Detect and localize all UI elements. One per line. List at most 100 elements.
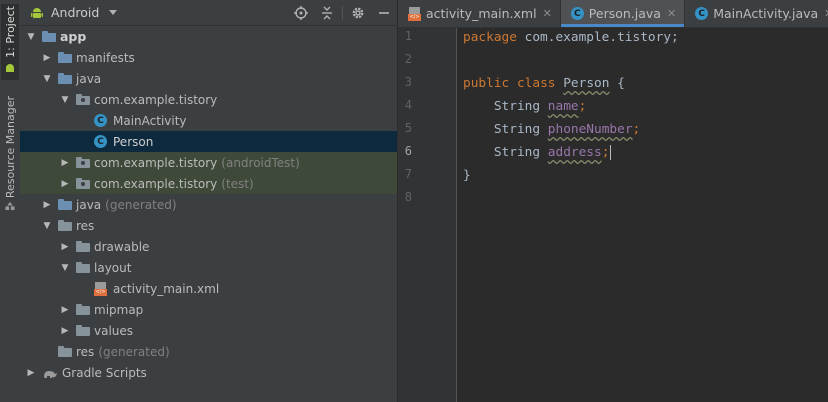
tab-label: MainActivity.java <box>713 6 819 21</box>
line-number: 1 <box>404 29 412 43</box>
tree-item-suffix: (test) <box>221 176 254 191</box>
tree-item-app[interactable]: ▼ app <box>20 26 397 47</box>
close-icon[interactable]: ✕ <box>824 7 828 20</box>
settings-button[interactable] <box>345 0 371 25</box>
chevron-down-icon[interactable]: ▼ <box>24 32 38 42</box>
tree-item-java-generated[interactable]: ▶ java (generated) <box>20 194 397 215</box>
tab-person-java[interactable]: C Person.java ✕ <box>560 0 686 27</box>
tab-mainactivity-java[interactable]: C MainActivity.java ✕ <box>685 0 828 27</box>
tree-item-manifests[interactable]: ▶ manifests <box>20 47 397 68</box>
gradle-icon <box>44 370 57 378</box>
chevron-right-icon[interactable]: ▶ <box>24 368 38 378</box>
toolbar-divider <box>342 5 343 20</box>
line-number: 2 <box>404 52 412 66</box>
tree-item-label: Gradle Scripts <box>62 365 147 380</box>
resource-manager-tab-label: Resource Manager <box>3 96 17 199</box>
chevron-right-icon[interactable]: ▶ <box>58 179 72 189</box>
keyword: public <box>463 76 510 91</box>
semicolon: ; <box>578 99 587 114</box>
tree-item-package-test[interactable]: ▶ com.example.tistory (test) <box>20 173 397 194</box>
tab-activity-main-xml[interactable]: </> activity_main.xml ✕ <box>398 0 561 27</box>
tree-item-label: activity_main.xml <box>113 281 220 296</box>
chevron-down-icon[interactable]: ▼ <box>58 263 72 273</box>
tree-item-layout[interactable]: ▼ layout <box>20 257 397 278</box>
tree-item-label: java <box>76 197 102 212</box>
folder-icon <box>76 304 90 315</box>
field-name: phoneNumber <box>547 122 633 137</box>
tree-item-label: app <box>60 29 87 44</box>
code-line: String name; <box>463 97 587 117</box>
code-line: public class Person { <box>463 74 625 94</box>
tree-item-label: com.example.tistory <box>94 92 218 107</box>
res-folder-icon <box>58 220 72 231</box>
project-panel-header: Android <box>20 0 397 26</box>
keyword: package <box>463 30 517 45</box>
folder-icon <box>76 241 90 252</box>
tree-item-drawable[interactable]: ▶ drawable <box>20 236 397 257</box>
line-number: 7 <box>404 167 412 181</box>
chevron-down-icon[interactable]: ▼ <box>40 221 54 231</box>
locate-file-button[interactable] <box>288 0 314 25</box>
package-icon <box>76 157 90 168</box>
android-icon <box>6 63 14 72</box>
chevron-right-icon[interactable]: ▶ <box>40 53 54 63</box>
class-icon: C <box>94 114 107 127</box>
minimize-icon <box>379 11 389 14</box>
folder-icon <box>58 73 72 84</box>
tree-item-person[interactable]: C Person <box>20 131 397 152</box>
code-text: } <box>463 168 471 183</box>
tree-item-label: drawable <box>94 239 150 254</box>
tree-item-label: res <box>76 218 95 233</box>
view-mode-selector[interactable]: Android <box>30 5 118 20</box>
field-name: name <box>547 99 579 114</box>
tree-item-res-generated[interactable]: res (generated) <box>20 341 397 362</box>
tab-label: activity_main.xml <box>426 6 537 21</box>
tree-item-package-androidtest[interactable]: ▶ com.example.tistory (androidTest) <box>20 152 397 173</box>
tree-item-res[interactable]: ▼ res <box>20 215 397 236</box>
chevron-right-icon[interactable]: ▶ <box>58 305 72 315</box>
tree-item-label: java <box>76 71 102 86</box>
res-folder-icon <box>58 346 72 357</box>
app-folder-icon <box>42 31 56 42</box>
type-name: String <box>493 99 541 114</box>
editor-tab-bar: </> activity_main.xml ✕ C Person.java ✕ … <box>398 0 828 28</box>
hide-panel-button[interactable] <box>371 0 397 25</box>
chevron-right-icon[interactable]: ▶ <box>58 326 72 336</box>
tree-item-label: MainActivity <box>113 113 187 128</box>
collapse-all-button[interactable] <box>314 0 340 25</box>
text-caret <box>610 145 612 160</box>
line-number: 3 <box>404 75 412 89</box>
tree-item-suffix: (androidTest) <box>221 155 300 170</box>
chevron-right-icon[interactable]: ▶ <box>40 200 54 210</box>
tree-item-values[interactable]: ▶ values <box>20 320 397 341</box>
tree-item-java[interactable]: ▼ java <box>20 68 397 89</box>
tree-item-suffix: (generated) <box>98 344 170 359</box>
chevron-down-icon[interactable]: ▼ <box>58 95 72 105</box>
tree-item-mainactivity[interactable]: C MainActivity <box>20 110 397 131</box>
chevron-right-icon[interactable]: ▶ <box>58 242 72 252</box>
resource-manager-icon <box>5 202 15 211</box>
class-icon: C <box>570 7 584 20</box>
tree-item-gradle-scripts[interactable]: ▶ Gradle Scripts <box>20 362 397 383</box>
resource-manager-tool-tab[interactable]: Resource Manager <box>1 96 19 212</box>
tree-item-label: Person <box>113 134 154 149</box>
line-number: 4 <box>404 98 412 112</box>
tree-item-package[interactable]: ▼ com.example.tistory <box>20 89 397 110</box>
folder-icon <box>58 52 72 63</box>
tree-item-mipmap[interactable]: ▶ mipmap <box>20 299 397 320</box>
chevron-right-icon[interactable]: ▶ <box>58 158 72 168</box>
xml-file-icon: </> <box>408 6 421 21</box>
chevron-down-icon[interactable]: ▼ <box>40 74 54 84</box>
tree-item-label: mipmap <box>94 302 144 317</box>
project-tool-tab[interactable]: 1: Project <box>1 4 19 80</box>
generated-folder-icon <box>58 199 72 210</box>
collapse-all-icon <box>322 6 332 19</box>
class-icon: C <box>695 7 709 20</box>
close-icon[interactable]: ✕ <box>543 7 552 20</box>
xml-file-icon: </> <box>94 281 107 296</box>
code-editor[interactable]: package com.example.tistory; public clas… <box>457 28 828 402</box>
tree-item-activity-main-xml[interactable]: </> activity_main.xml <box>20 278 397 299</box>
tree-item-label: values <box>94 323 134 338</box>
close-icon[interactable]: ✕ <box>667 7 676 20</box>
code-line: package com.example.tistory; <box>463 28 679 48</box>
